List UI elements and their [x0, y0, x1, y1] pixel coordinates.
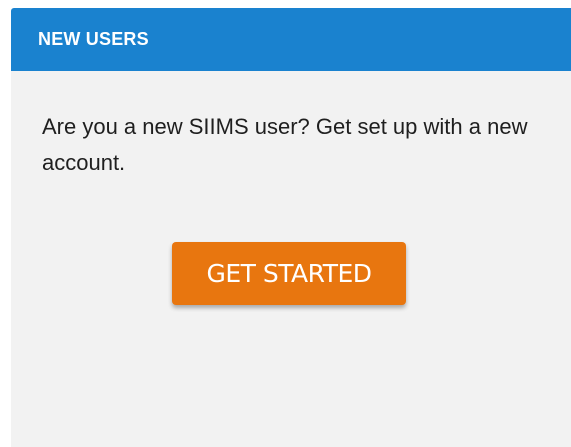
button-row: GET STARTED: [172, 242, 406, 305]
panel-header: NEW USERS: [11, 8, 571, 71]
panel-body: Are you a new SIIMS user? Get set up wit…: [11, 71, 571, 181]
get-started-button[interactable]: GET STARTED: [172, 242, 406, 305]
new-user-message: Are you a new SIIMS user? Get set up wit…: [42, 114, 528, 175]
panel-title: NEW USERS: [38, 29, 149, 49]
new-users-panel: NEW USERS Are you a new SIIMS user? Get …: [11, 8, 571, 447]
